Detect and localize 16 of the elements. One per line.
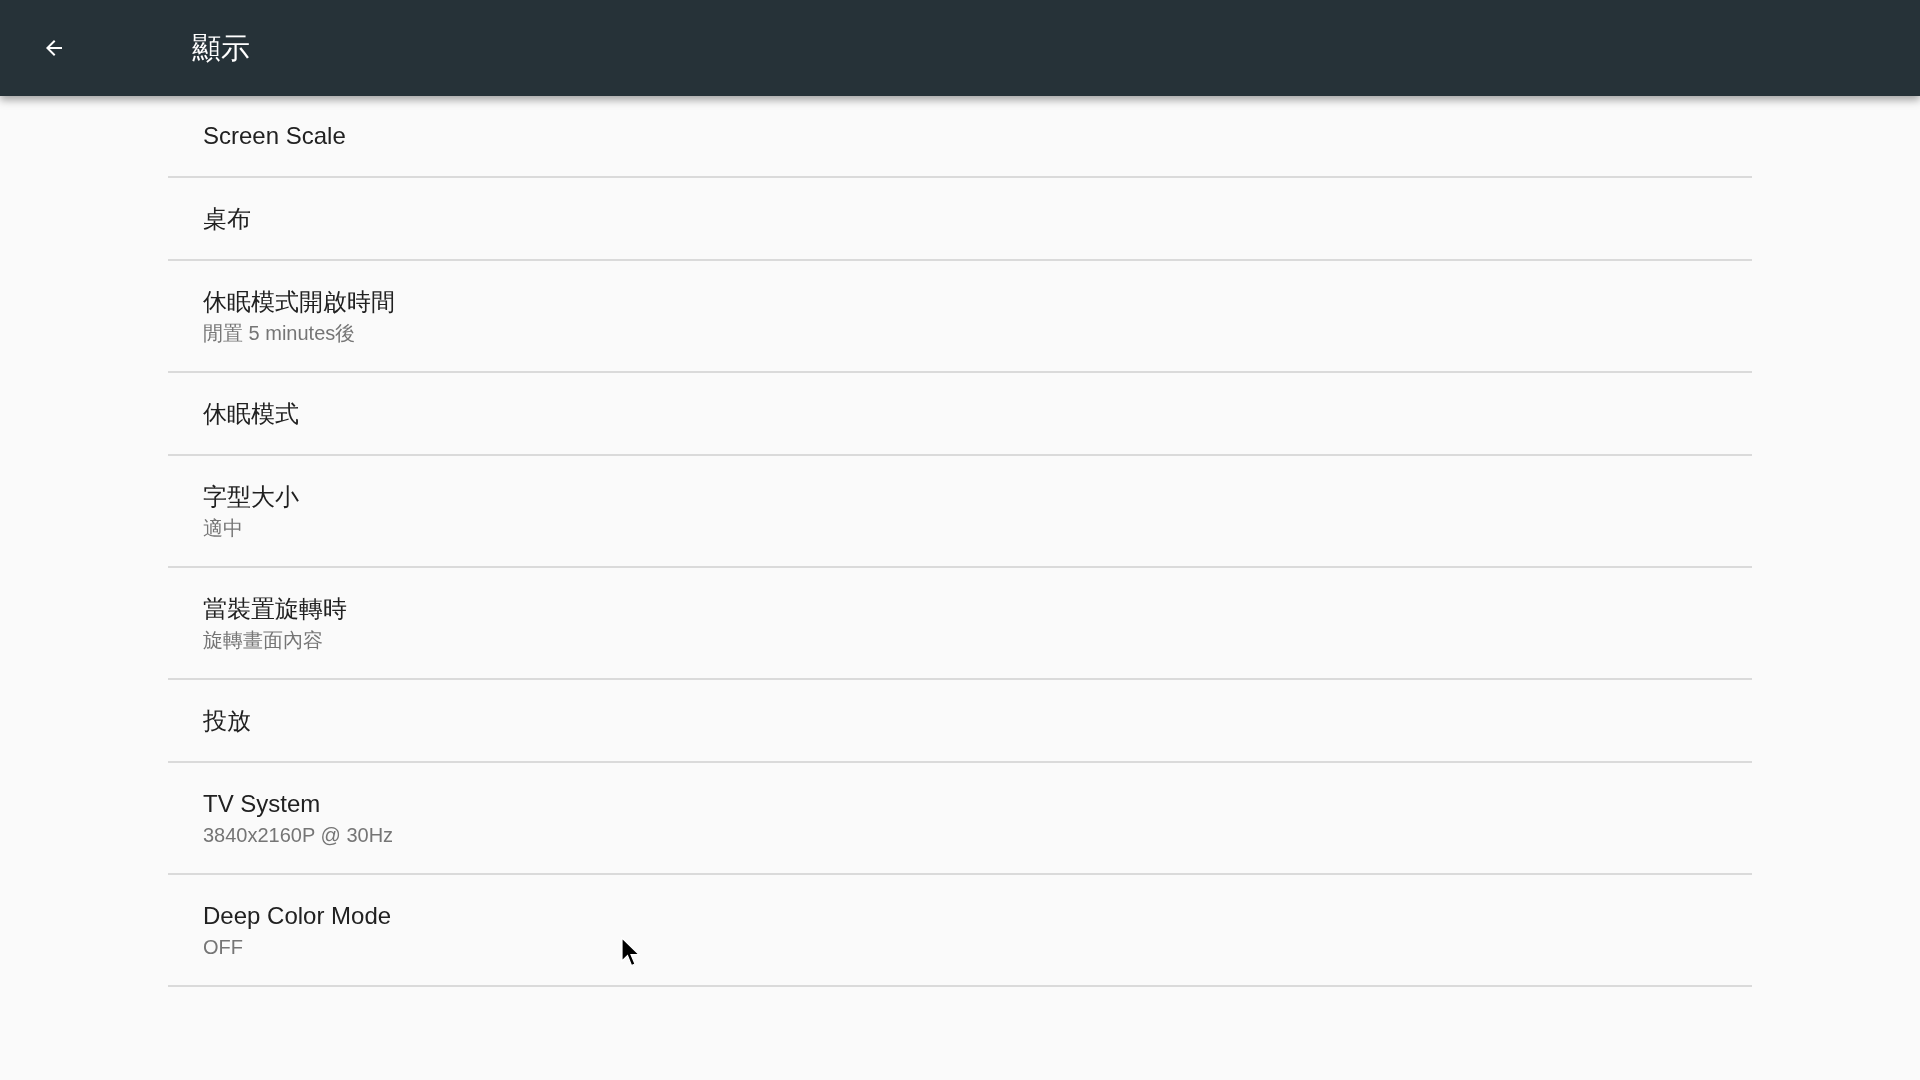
setting-title[interactable]: Deep Color Mode (203, 900, 392, 931)
setting-summary: 3840x2160P @ 30Hz (203, 822, 394, 848)
setting-summary: 適中 (203, 515, 243, 541)
setting-title[interactable]: 休眠模式開啟時間 (203, 286, 395, 317)
setting-summary: 閒置 5 minutes後 (203, 320, 356, 346)
setting-title[interactable]: Screen Scale (203, 121, 346, 151)
setting-title[interactable]: 投放 (203, 705, 251, 736)
page-title: 顯示 (192, 31, 250, 66)
setting-summary: OFF (203, 934, 243, 960)
setting-summary: 旋轉畫面內容 (203, 627, 323, 653)
setting-title[interactable]: 桌布 (203, 203, 251, 234)
mouse-pointer-icon (621, 937, 641, 968)
setting-title[interactable]: TV System (203, 788, 321, 819)
setting-title[interactable]: 當裝置旋轉時 (203, 593, 347, 624)
setting-title[interactable]: 字型大小 (203, 481, 299, 512)
setting-title[interactable]: 休眠模式 (203, 398, 299, 429)
